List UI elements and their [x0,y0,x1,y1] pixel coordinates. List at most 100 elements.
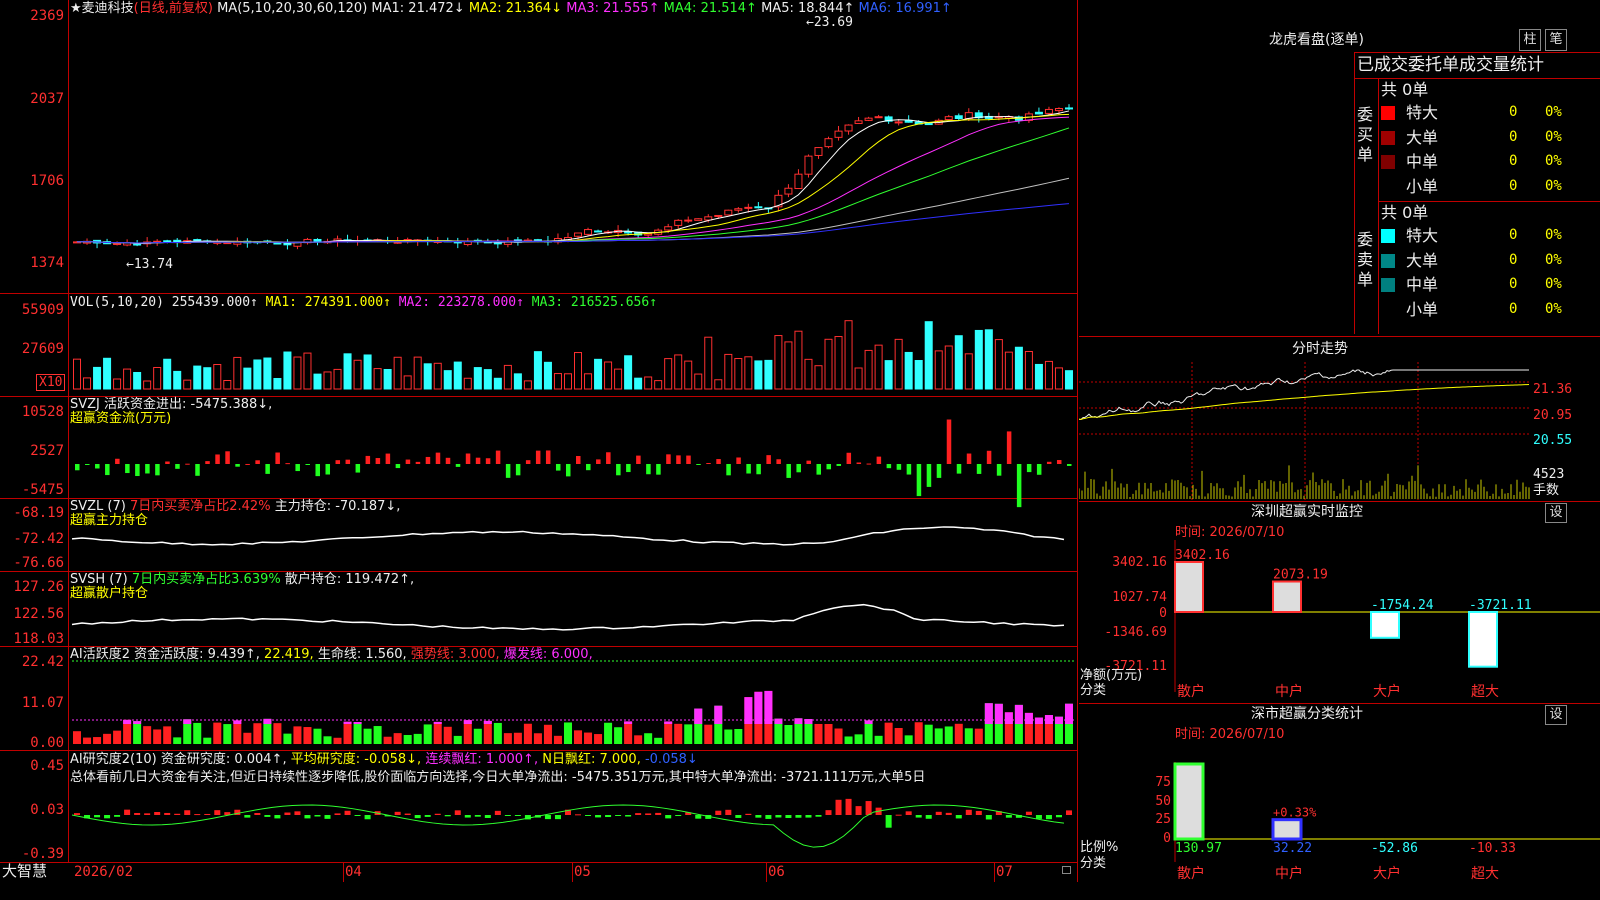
tick-view-button[interactable]: 笔 [1545,29,1567,51]
flow-bar [1046,461,1052,464]
volume-bar [824,338,833,390]
volume-bar [714,379,723,390]
volume-bar [153,366,162,390]
intraday-chart[interactable] [1079,362,1600,502]
research-bar [414,815,421,819]
ai-research-v2: 平均研究度: -0.058↓, [290,752,422,767]
ratio-bar [1173,762,1205,841]
svsh-tick-2: 122.56 [13,606,64,622]
flow-bar [295,464,300,472]
research-bar [354,815,361,816]
volume-bar [263,357,272,390]
monitor-settings-button[interactable]: 设 [1545,503,1567,523]
candle [724,209,733,216]
research-bar [394,811,401,815]
volume-bar [614,368,623,390]
volume-bar [523,380,532,390]
research-bar [805,815,812,818]
buy-row-pct: 0% [1545,104,1562,120]
ai-research-v5: -0.058↓ [644,752,698,767]
volume-bar [353,359,362,390]
research-bar [304,815,311,819]
lock-icon[interactable] [1062,866,1071,874]
class-settings-button[interactable]: 设 [1545,705,1567,725]
volume-bar [383,368,392,390]
activity-bar [363,728,372,744]
star-icon: ★ [70,1,82,16]
svzl-ratio: 7日内买卖净占比2.42% [129,499,271,514]
value-label: 2073.19 [1273,568,1328,583]
research-bar [775,815,782,818]
ma-line [76,110,1070,245]
svzj-value: 活跃资金进出: -5475.388↓, [104,397,273,412]
research-bar [134,812,141,815]
vol-tick-2: 27609 [21,341,64,357]
volume-bar [664,358,673,390]
flow-bar [555,464,561,471]
activity-bar [904,735,913,744]
volume-bar [323,371,332,390]
research-bar [164,812,171,815]
flow-bar [375,458,381,464]
svsh-ratio: 7日内买卖净占比3.639% [131,572,281,587]
activity-bar [724,729,733,744]
class-ylabel: 比例% [1080,840,1119,855]
y-tick: 25 [1155,812,1171,827]
flow-bar [996,464,1002,476]
candle [844,124,853,132]
volume-bar [133,371,142,390]
activity-bar [453,735,462,744]
flow-bar [285,463,290,465]
ma2-value: MA2: 21.364↓ [468,1,563,16]
category-label: 超大 [1471,684,1499,700]
candle [954,115,963,120]
flow-bar [275,452,280,464]
activity-bar [93,737,102,744]
volume-bar [894,338,903,390]
activity-bar [634,735,643,744]
activity-bar-top [764,690,773,724]
volume-bar [914,360,923,390]
ma-line [76,177,1070,244]
research-bar [94,815,101,818]
volume-bar [433,362,442,390]
flow-bar [1006,431,1012,464]
activity-bar-top [1014,704,1023,724]
activity-bar-top [483,720,492,724]
flow-bar [515,464,521,476]
chart-area[interactable]: ★麦迪科技(日线,前复权) MA(5,10,20,30,60,120) MA1:… [0,0,1078,882]
research-bar [925,815,932,819]
flow-bar [906,464,912,475]
ai-active-tick-3: 0.00 [30,735,64,751]
volume-bar [443,370,452,390]
bar-view-button[interactable]: 柱 [1519,29,1541,51]
candle [894,121,903,124]
volume-bar [964,353,973,390]
candle [834,130,843,138]
category-label: 中户 [1275,865,1303,882]
research-bar [484,815,491,818]
activity-bar [503,733,512,744]
volume-bar [704,336,713,390]
ma1-value: MA1: 21.472↓ [371,1,465,16]
activity-bar [964,728,973,744]
research-bar [274,815,281,819]
research-bar [625,815,632,817]
research-bar [655,812,662,815]
buy-swatch [1381,130,1395,145]
research-bar [194,814,201,816]
buy-row-pct: 0% [1545,128,1562,145]
candle [794,173,803,190]
volume-bar [954,335,963,390]
volume-bar [93,366,102,390]
flow-bar [656,464,661,475]
research-bar [114,815,121,817]
research-bar [214,810,221,815]
candle [924,123,933,126]
longhu-header: 已成交委托单成交量统计 [1357,55,1544,75]
svzj-label: SVZJ [70,397,100,412]
period-label[interactable]: (日线,前复权) [134,1,213,16]
research-bar [264,815,271,817]
research-bar [1045,815,1052,820]
candle [694,218,703,221]
